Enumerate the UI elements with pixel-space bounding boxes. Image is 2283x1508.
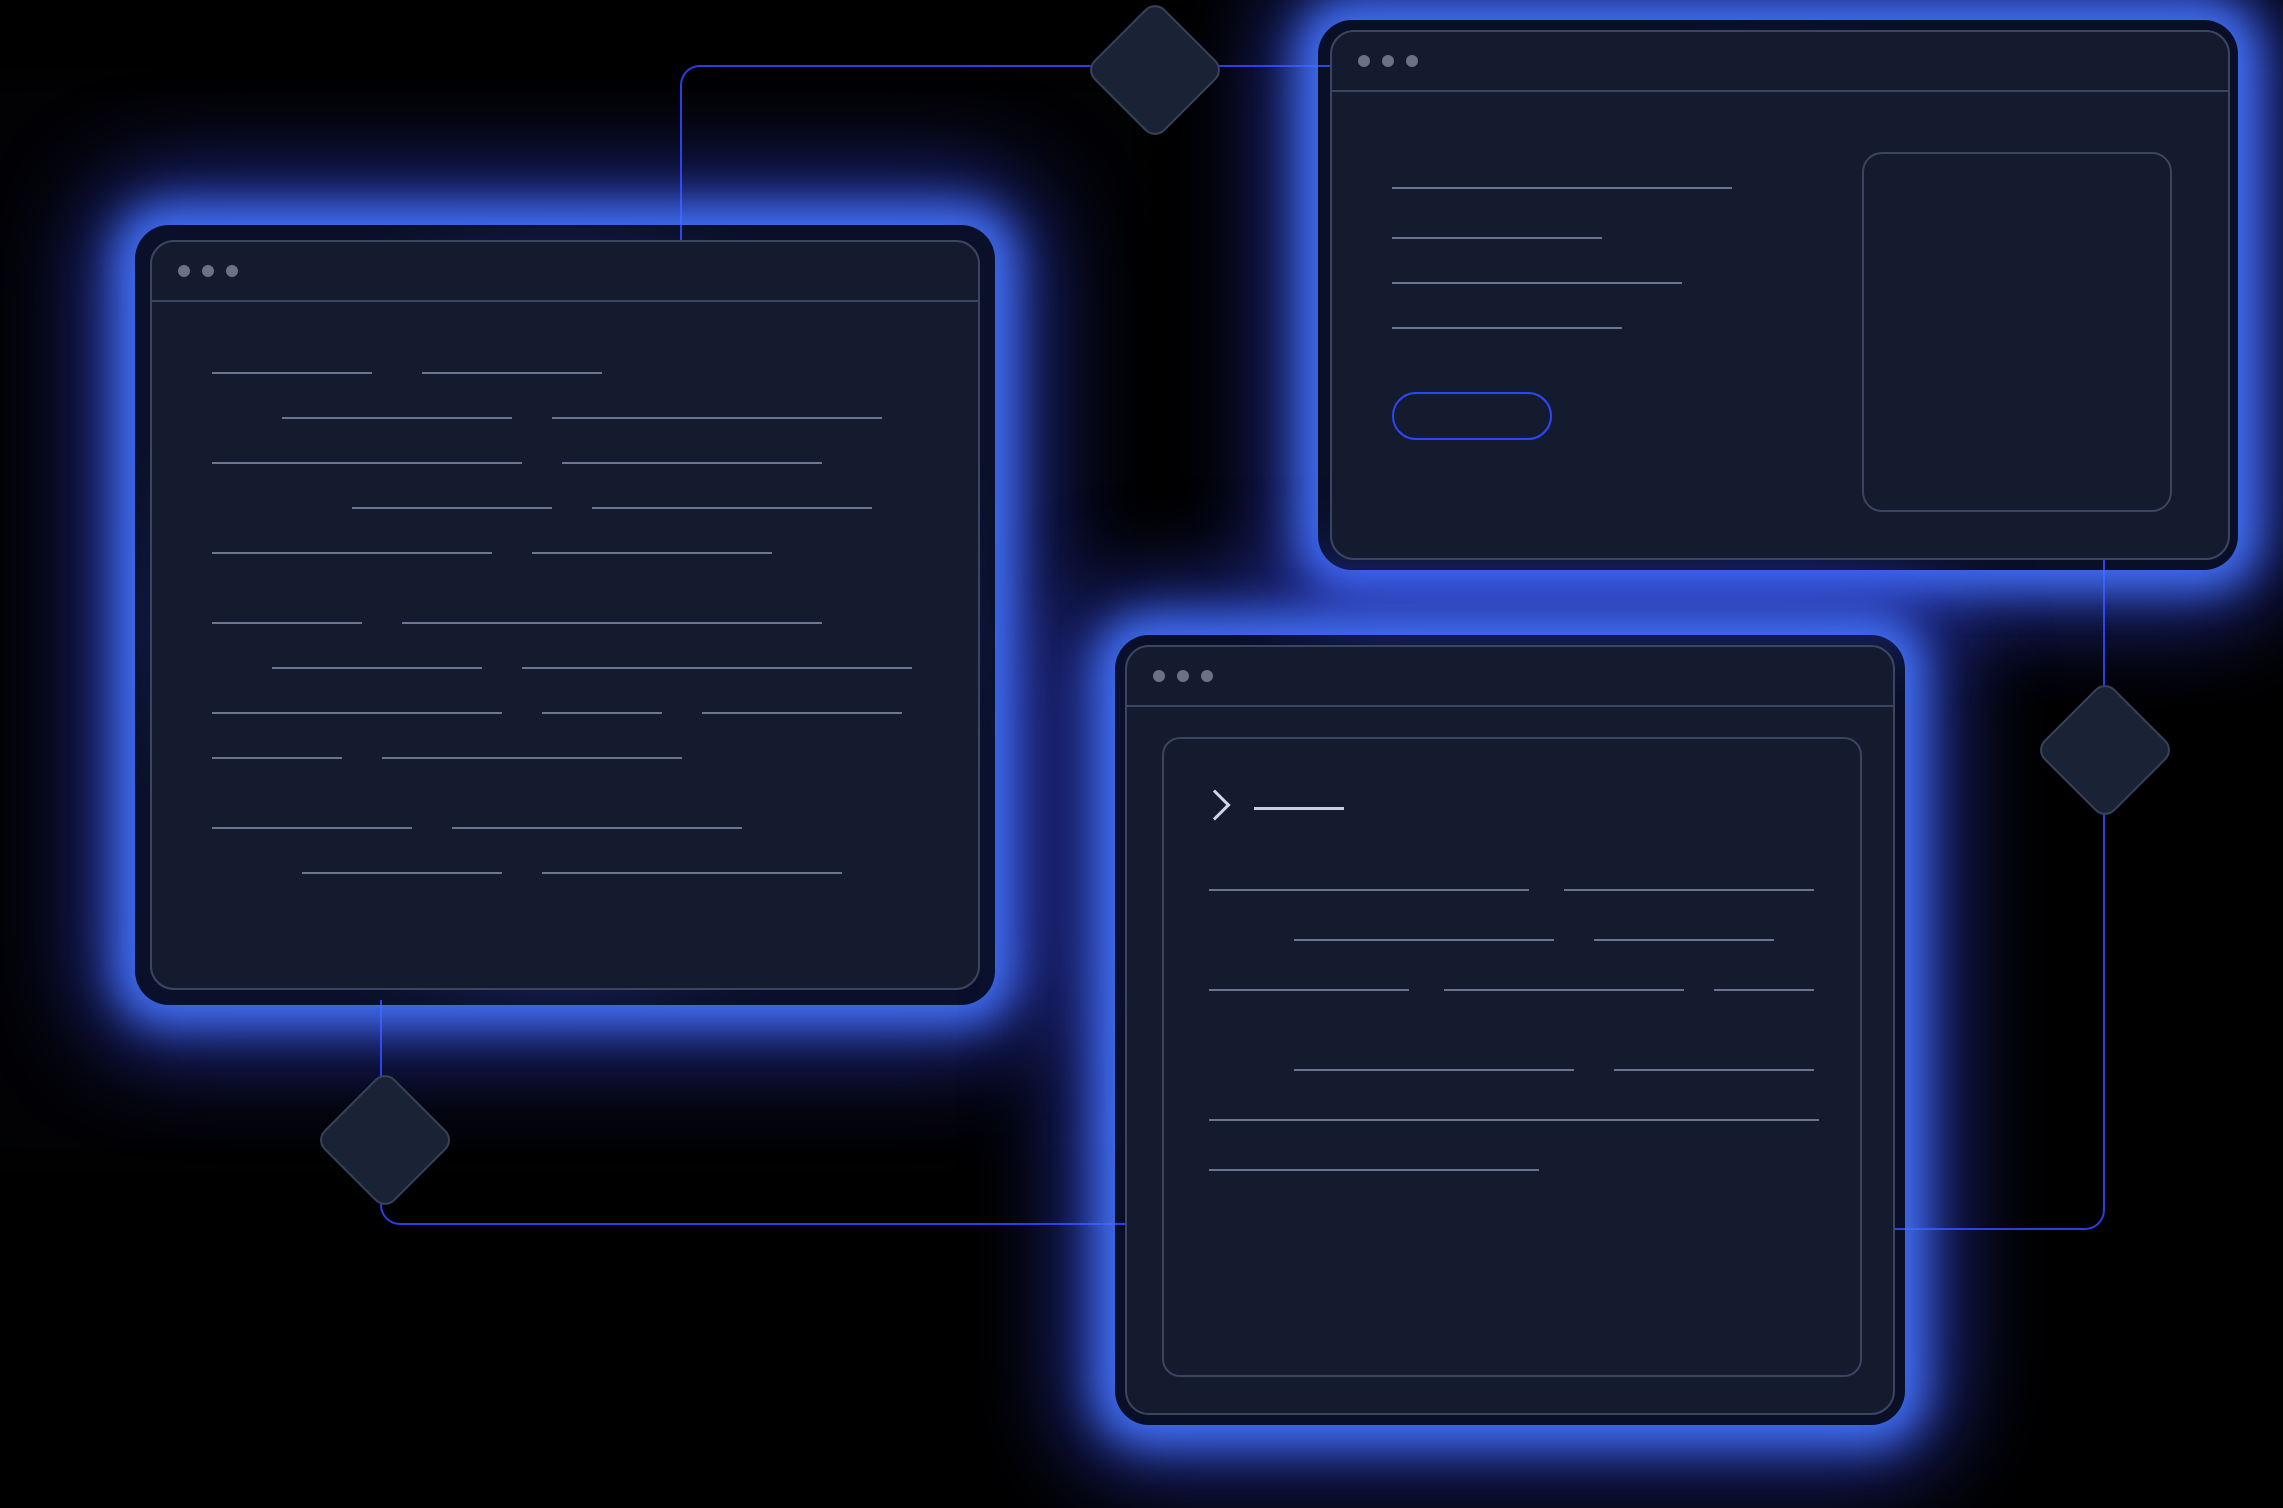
code-line — [272, 667, 482, 669]
webpage-body — [1332, 92, 2228, 558]
traffic-light-icon — [1358, 55, 1370, 67]
code-line — [382, 757, 682, 759]
code-line — [522, 667, 912, 669]
image-placeholder — [1862, 152, 2172, 512]
webpage-titlebar — [1332, 32, 2228, 92]
text-line — [1392, 327, 1622, 329]
code-line — [212, 827, 412, 829]
code-line — [212, 462, 522, 464]
code-line — [212, 757, 342, 759]
output-line — [1294, 939, 1554, 941]
code-line — [212, 372, 372, 374]
traffic-light-icon — [1201, 670, 1213, 682]
editor-titlebar — [152, 242, 978, 302]
terminal-body — [1127, 707, 1893, 1413]
cta-button[interactable] — [1392, 392, 1552, 440]
traffic-light-icon — [226, 265, 238, 277]
traffic-light-icon — [1177, 670, 1189, 682]
traffic-light-icon — [1382, 55, 1394, 67]
code-line — [302, 872, 502, 874]
output-line — [1444, 989, 1684, 991]
code-line — [542, 872, 842, 874]
heading-line — [1392, 187, 1732, 189]
code-line — [532, 552, 772, 554]
webpage-window — [1330, 30, 2230, 560]
text-line — [1392, 237, 1602, 239]
code-line — [542, 712, 662, 714]
output-line — [1564, 889, 1814, 891]
terminal-output-box — [1162, 737, 1862, 1377]
terminal-window — [1125, 645, 1895, 1415]
code-line — [402, 622, 822, 624]
prompt-input-line[interactable] — [1254, 807, 1344, 810]
output-line — [1714, 989, 1814, 991]
traffic-light-icon — [1153, 670, 1165, 682]
code-line — [352, 507, 552, 509]
code-line — [562, 462, 822, 464]
traffic-light-icon — [1406, 55, 1418, 67]
traffic-light-icon — [202, 265, 214, 277]
output-line — [1294, 1069, 1574, 1071]
code-line — [212, 552, 492, 554]
code-line — [282, 417, 512, 419]
output-line — [1614, 1069, 1814, 1071]
code-line — [452, 827, 742, 829]
traffic-light-icon — [178, 265, 190, 277]
output-line — [1209, 1169, 1539, 1171]
output-line — [1209, 889, 1529, 891]
code-line — [552, 417, 882, 419]
code-line — [212, 712, 502, 714]
diagram-stage — [0, 0, 2283, 1508]
prompt-caret-icon — [1199, 789, 1230, 820]
editor-window — [150, 240, 980, 990]
code-line — [702, 712, 902, 714]
terminal-titlebar — [1127, 647, 1893, 707]
output-line — [1594, 939, 1774, 941]
code-line — [212, 622, 362, 624]
output-line — [1209, 1119, 1819, 1121]
text-line — [1392, 282, 1682, 284]
output-line — [1209, 989, 1409, 991]
editor-body — [152, 302, 978, 988]
code-line — [422, 372, 602, 374]
code-line — [592, 507, 872, 509]
